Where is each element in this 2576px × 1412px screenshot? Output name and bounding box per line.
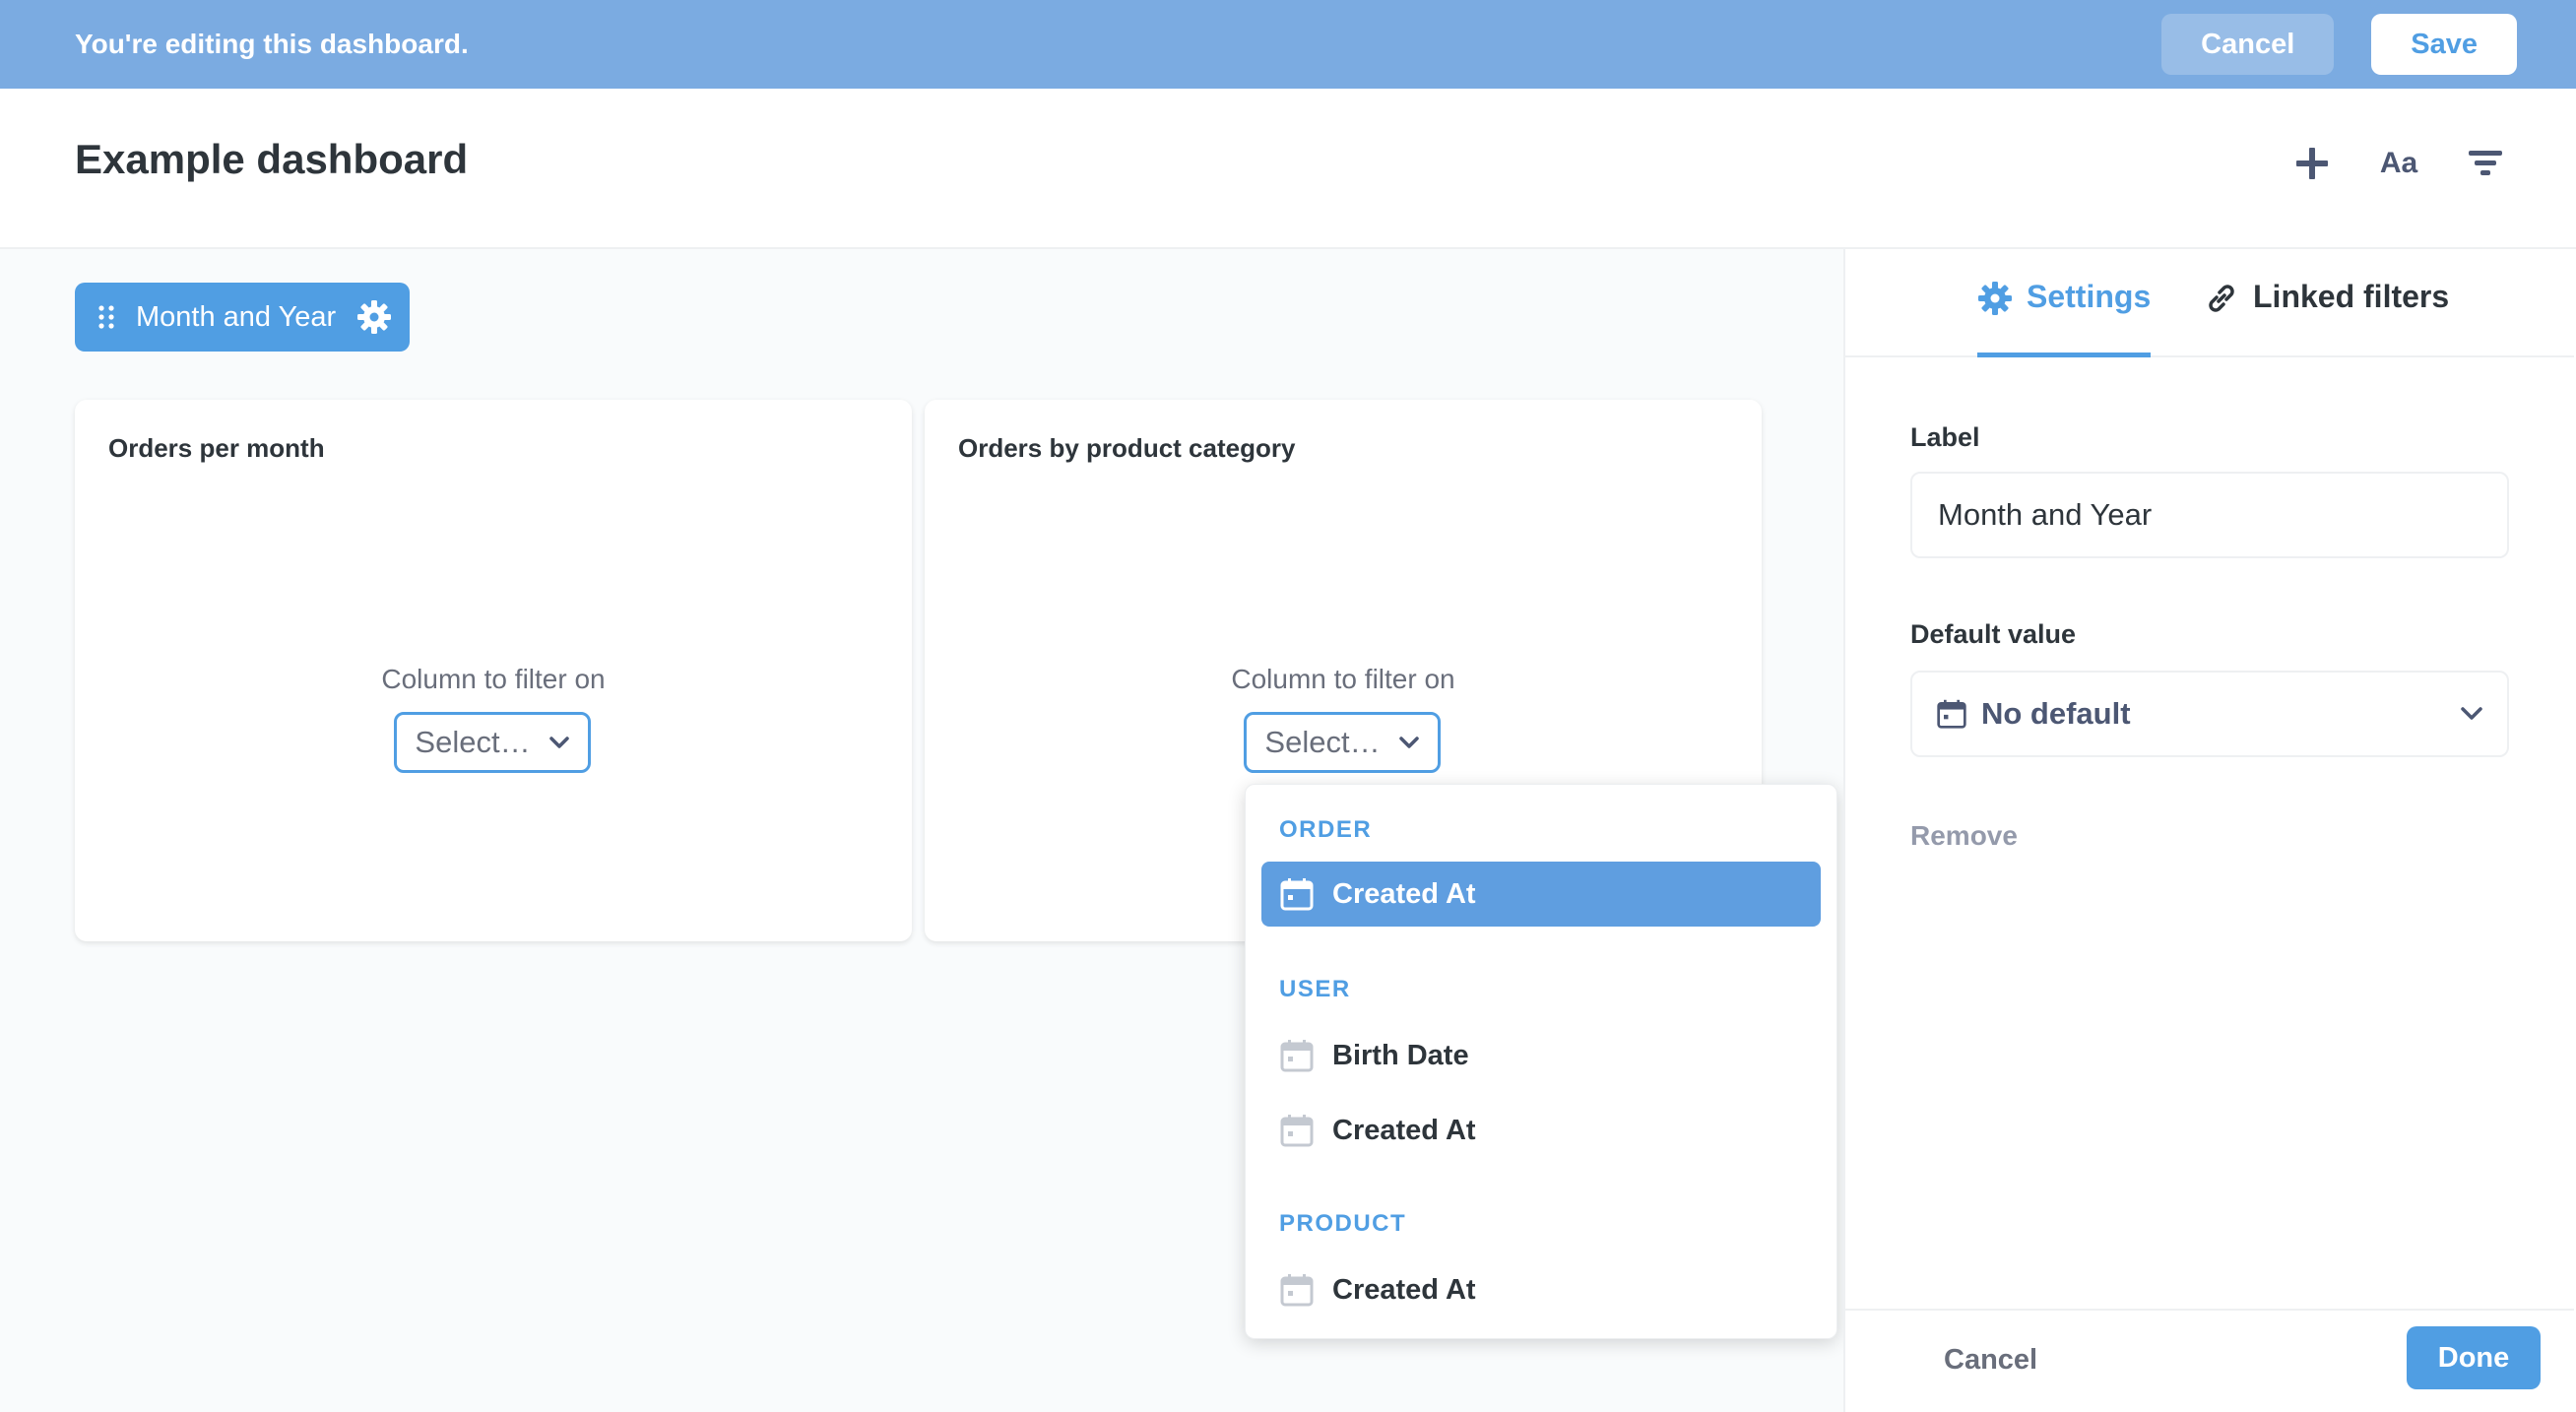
calendar-icon (1280, 1040, 1314, 1072)
select-placeholder: Select… (1264, 725, 1381, 759)
text-tool-label: Aa (2379, 147, 2418, 179)
section-header-product: PRODUCT (1279, 1210, 1407, 1237)
add-icon[interactable] (2288, 140, 2336, 187)
calendar-icon (1280, 878, 1314, 911)
label-field-label: Label (1910, 422, 1980, 452)
page-title[interactable]: Example dashboard (75, 136, 468, 183)
tab-linked-filters-label: Linked filters (2253, 279, 2450, 314)
filter-settings-sidebar: Settings Linked filters Label Month and … (1843, 249, 2576, 1412)
sidebar-tabs: Settings Linked filters (1845, 249, 2574, 357)
filter-chip-month-and-year[interactable]: Month and Year (75, 283, 410, 352)
calendar-icon (1280, 1115, 1314, 1147)
list-item-user-birth-date[interactable]: Birth Date (1261, 1023, 1821, 1088)
card-title: Orders per month (108, 433, 325, 463)
calendar-icon (1280, 1274, 1314, 1307)
default-value-label: Default value (1910, 619, 2077, 649)
list-item-label: Created At (1332, 1273, 1476, 1306)
section-header-user: USER (1279, 976, 1351, 1002)
tab-settings[interactable]: Settings (1977, 279, 2152, 357)
chevron-down-icon (548, 737, 569, 748)
list-item-label: Birth Date (1332, 1039, 1469, 1071)
link-icon (2209, 285, 2234, 312)
column-select-button[interactable]: Select… (1244, 712, 1441, 773)
select-placeholder: Select… (415, 725, 531, 759)
filter-icon[interactable] (2462, 140, 2509, 187)
done-button[interactable]: Done (2407, 1326, 2541, 1389)
dashboard-header: Example dashboard Aa (0, 89, 2576, 249)
list-item-product-created-at[interactable]: Created At (1261, 1257, 1821, 1322)
section-header-order: ORDER (1279, 816, 1373, 843)
column-select-button[interactable]: Select… (394, 712, 591, 773)
filter-chip-label: Month and Year (136, 300, 337, 333)
save-button[interactable]: Save (2371, 14, 2517, 75)
sidebar-cancel-button[interactable]: Cancel (1944, 1344, 2037, 1377)
chevron-down-icon (1398, 737, 1419, 748)
drag-handle-icon[interactable] (97, 304, 116, 330)
list-item-user-created-at[interactable]: Created At (1261, 1098, 1821, 1163)
cancel-edit-button[interactable]: Cancel (2161, 14, 2335, 75)
list-item-order-created-at[interactable]: Created At (1261, 862, 1821, 927)
column-to-filter-label: Column to filter on (1231, 664, 1455, 694)
text-icon[interactable]: Aa (2375, 140, 2422, 187)
default-value-select[interactable]: No default (1910, 671, 2509, 757)
edit-mode-actions: Cancel Save (2161, 14, 2517, 75)
edit-mode-message: You're editing this dashboard. (75, 29, 469, 59)
tab-settings-label: Settings (2027, 279, 2152, 314)
gear-icon (1978, 282, 2012, 315)
column-dropdown-popover: ORDER Created At USER Birth Date Created… (1245, 784, 1837, 1339)
dashcard-orders-per-month: Orders per month Column to filter on Sel… (75, 400, 912, 941)
list-item-label: Created At (1332, 877, 1476, 910)
chevron-down-icon (2461, 707, 2482, 720)
tab-linked-filters[interactable]: Linked filters (2204, 279, 2449, 357)
gear-icon[interactable] (356, 299, 392, 335)
calendar-icon (1937, 699, 1966, 729)
default-value-text: No default (1981, 696, 2131, 731)
header-toolbar: Aa (2288, 140, 2509, 187)
list-item-label: Created At (1332, 1114, 1476, 1146)
column-to-filter-label: Column to filter on (381, 664, 606, 694)
edit-mode-banner: You're editing this dashboard. Cancel Sa… (0, 0, 2576, 89)
label-input[interactable]: Month and Year (1910, 472, 2509, 558)
card-title: Orders by product category (958, 433, 1296, 463)
remove-filter-link[interactable]: Remove (1910, 820, 2018, 852)
sidebar-footer: Cancel Done (1845, 1309, 2574, 1412)
